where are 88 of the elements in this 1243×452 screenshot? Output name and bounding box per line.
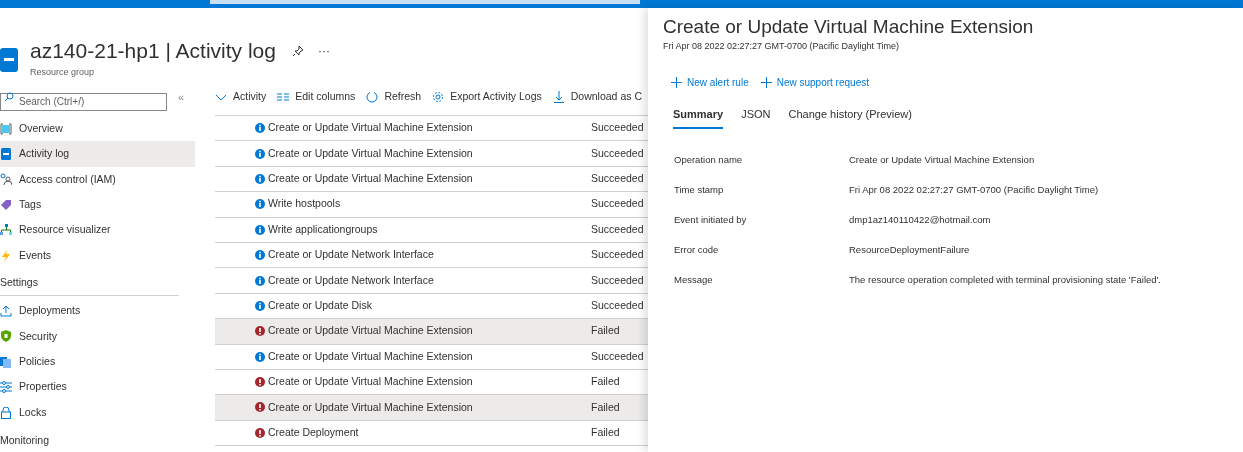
table-row[interactable]: Create or Update Virtual Machine Extension Failed — [215, 319, 648, 345]
status-text: Failed — [591, 374, 620, 390]
status-text: Failed — [591, 399, 620, 415]
operation-name: Create or Update Virtual Machine Extension — [268, 323, 473, 339]
operation-name: Create or Update Virtual Machine Extension — [268, 374, 473, 390]
operation-name: Create or Update Network Interface — [268, 272, 434, 288]
page-subtitle: Resource group — [30, 66, 96, 79]
operation-name: Create or Update Virtual Machine Extension — [268, 145, 473, 161]
detail-value: The resource operation completed with terminal provisioning state 'Failed'. — [849, 272, 1161, 287]
nav-item[interactable]: Policies — [0, 349, 195, 375]
panel-subtitle: Fri Apr 08 2022 02:27:27 GMT-0700 (Pacific Daylight Time) — [663, 40, 901, 53]
detail-label: Operation name — [674, 152, 744, 167]
sliders-icon — [0, 381, 12, 394]
panel-title: Create or Update Virtual Machine Extension — [663, 16, 1035, 38]
search-field[interactable]: Search (Ctrl+/) — [0, 92, 167, 111]
status-text: Succeeded — [591, 145, 644, 161]
detail-label: Event initiated by — [674, 212, 748, 227]
nav-item[interactable]: Security — [0, 323, 195, 350]
toolbar-button[interactable]: Refresh — [366, 89, 422, 105]
section-header: Monitoring — [0, 432, 50, 448]
resource-group-icon — [0, 48, 18, 72]
columns-icon — [277, 91, 290, 103]
collapse-button[interactable]: « — [178, 88, 185, 106]
toolbar-button[interactable]: Download as C — [552, 89, 642, 105]
tab[interactable]: JSON — [741, 105, 771, 129]
operation-name: Create or Update Virtual Machine Extension — [268, 399, 473, 415]
status-text: Succeeded — [591, 247, 644, 263]
nav-item[interactable]: Activity log — [0, 141, 195, 167]
nav-item[interactable]: Access control (IAM) — [0, 166, 195, 193]
status-text: Succeeded — [591, 120, 644, 136]
lightning-icon — [0, 249, 12, 262]
detail-value: Fri Apr 08 2022 02:27:27 GMT-0700 (Pacific Daylight Time) — [849, 182, 1099, 197]
operation-name: Create Deployment — [268, 425, 359, 440]
nav-item[interactable]: Events — [0, 242, 195, 269]
plus-icon — [671, 77, 682, 88]
toolbar-button[interactable]: Activity — [215, 89, 267, 105]
operation-name: Write hostpools — [268, 196, 341, 212]
detail-label: Error code — [674, 242, 720, 257]
status-text: Succeeded — [591, 348, 644, 364]
tab[interactable]: Summary — [673, 105, 724, 129]
upload-icon — [0, 305, 12, 318]
nav-item[interactable]: Properties — [0, 374, 195, 400]
status-text: Succeeded — [591, 221, 644, 237]
lock-icon — [0, 406, 12, 419]
detail-label: Message — [674, 272, 714, 287]
nav-item[interactable]: Overview — [0, 116, 195, 142]
tab[interactable]: Change history (Preview) — [788, 105, 912, 129]
document-icon — [0, 355, 12, 368]
page-title: az140-21-hp1 | Activity log — [30, 38, 276, 64]
action-button[interactable]: New alert rule — [671, 75, 749, 90]
action-button[interactable]: New support request — [760, 75, 869, 90]
status-text: Succeeded — [591, 272, 644, 288]
operation-name: Create or Update Virtual Machine Extension — [268, 171, 473, 187]
search-icon — [4, 92, 14, 102]
status-text: Succeeded — [591, 196, 644, 212]
hierarchy-icon — [0, 224, 12, 237]
status-text: Failed — [591, 323, 620, 339]
detail-value: ResourceDeploymentFailure — [849, 242, 970, 257]
operation-name: Create or Update Disk — [268, 298, 372, 314]
status-text: Failed — [591, 425, 620, 440]
log-icon — [0, 148, 12, 161]
pin-icon[interactable] — [291, 45, 304, 57]
tag-icon — [0, 198, 12, 211]
nav-item[interactable]: Deployments — [0, 298, 195, 324]
people-icon — [0, 173, 12, 186]
toolbar-button[interactable]: Edit columns — [277, 89, 356, 105]
nav-item[interactable]: Resource visualizer — [0, 217, 195, 243]
section-header: Settings — [0, 274, 38, 290]
operation-name: Create or Update Virtual Machine Extension — [268, 348, 473, 364]
download-icon — [552, 91, 565, 103]
operation-name: Create or Update Network Interface — [268, 247, 434, 263]
refresh-icon — [366, 91, 379, 103]
operation-name: Create or Update Virtual Machine Extension — [268, 120, 473, 136]
table-row[interactable]: Create or Update Virtual Machine Extension Failed — [215, 395, 648, 421]
nav-item[interactable]: Tags — [0, 192, 195, 218]
settings-icon — [432, 91, 445, 103]
cube-icon — [0, 122, 12, 135]
status-text: Succeeded — [591, 298, 644, 314]
more-button[interactable]: ··· — [317, 42, 330, 60]
operation-name: Write applicationgroups — [268, 221, 378, 237]
detail-value: Create or Update Virtual Machine Extension — [849, 152, 1035, 167]
detail-value: dmp1az140110422@hotmail.com — [849, 212, 991, 227]
nav-item[interactable]: Locks — [0, 399, 195, 426]
shield-icon — [0, 330, 12, 343]
plus-icon — [760, 77, 772, 88]
detail-label: Time stamp — [674, 182, 725, 197]
toolbar-button[interactable]: Export Activity Logs — [432, 89, 542, 105]
status-text: Succeeded — [591, 171, 644, 187]
